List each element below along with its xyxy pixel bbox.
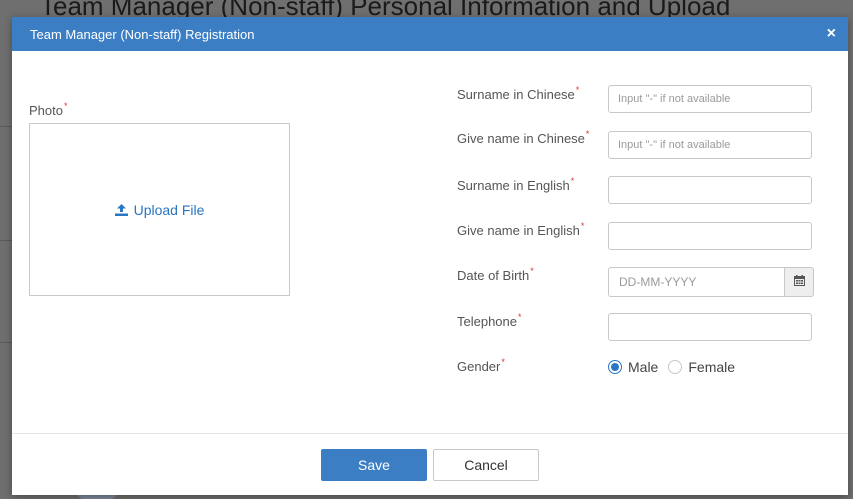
date-of-birth-label: Date of Birth*: [457, 266, 534, 283]
cancel-button[interactable]: Cancel: [433, 449, 539, 481]
required-mark: *: [585, 129, 590, 139]
label-text: Give name in Chinese: [457, 131, 585, 146]
male-label: Male: [628, 359, 659, 375]
surname-english-input[interactable]: [608, 176, 812, 204]
modal-title: Team Manager (Non-staff) Registration: [30, 26, 255, 42]
background-divider: [0, 240, 12, 241]
gender-option-male[interactable]: Male: [608, 359, 658, 375]
given-name-chinese-input[interactable]: [608, 131, 812, 159]
label-text: Give name in English: [457, 223, 580, 238]
male-radio[interactable]: [608, 360, 622, 374]
required-mark: *: [580, 221, 585, 231]
label-text: Surname in English: [457, 178, 570, 193]
gender-option-female[interactable]: Female: [668, 359, 735, 375]
calendar-button[interactable]: [784, 267, 814, 297]
photo-label-text: Photo: [29, 103, 63, 118]
modal-footer: Save Cancel: [12, 433, 848, 496]
modal-header: Team Manager (Non-staff) Registration ×: [12, 17, 848, 51]
female-label: Female: [688, 359, 736, 375]
calendar-icon: [793, 273, 805, 291]
label-text: Gender: [457, 359, 501, 374]
photo-upload-area[interactable]: Upload File: [29, 123, 290, 296]
required-mark: *: [575, 85, 580, 95]
required-mark: *: [63, 101, 68, 111]
telephone-label: Telephone*: [457, 312, 522, 329]
required-mark: *: [518, 312, 522, 322]
gender-radio-group: Male Female: [608, 359, 745, 375]
surname-chinese-label: Surname in Chinese*: [457, 85, 580, 102]
date-of-birth-picker: [608, 267, 814, 297]
given-name-english-label: Give name in English*: [457, 221, 585, 238]
upload-file-button[interactable]: Upload File: [114, 201, 205, 218]
photo-label: Photo*: [29, 101, 68, 118]
given-name-english-input[interactable]: [608, 222, 812, 250]
background-divider: [0, 126, 12, 127]
upload-file-label: Upload File: [133, 201, 205, 218]
female-radio[interactable]: [668, 360, 683, 374]
label-text: Date of Birth: [457, 268, 530, 283]
given-name-chinese-label: Give name in Chinese*: [457, 129, 590, 146]
registration-modal: Team Manager (Non-staff) Registration × …: [12, 17, 848, 495]
background-divider: [0, 342, 12, 343]
surname-chinese-input[interactable]: [608, 85, 812, 113]
required-mark: *: [501, 357, 505, 367]
save-button[interactable]: Save: [321, 449, 427, 481]
close-button[interactable]: ×: [825, 26, 838, 42]
telephone-input[interactable]: [608, 313, 812, 341]
surname-english-label: Surname in English*: [457, 176, 575, 193]
required-mark: *: [530, 266, 534, 276]
label-text: Telephone: [457, 314, 517, 329]
required-mark: *: [570, 176, 575, 186]
upload-icon: [114, 203, 128, 216]
gender-label: Gender*: [457, 357, 505, 374]
date-of-birth-input[interactable]: [608, 267, 784, 297]
label-text: Surname in Chinese: [457, 87, 575, 102]
